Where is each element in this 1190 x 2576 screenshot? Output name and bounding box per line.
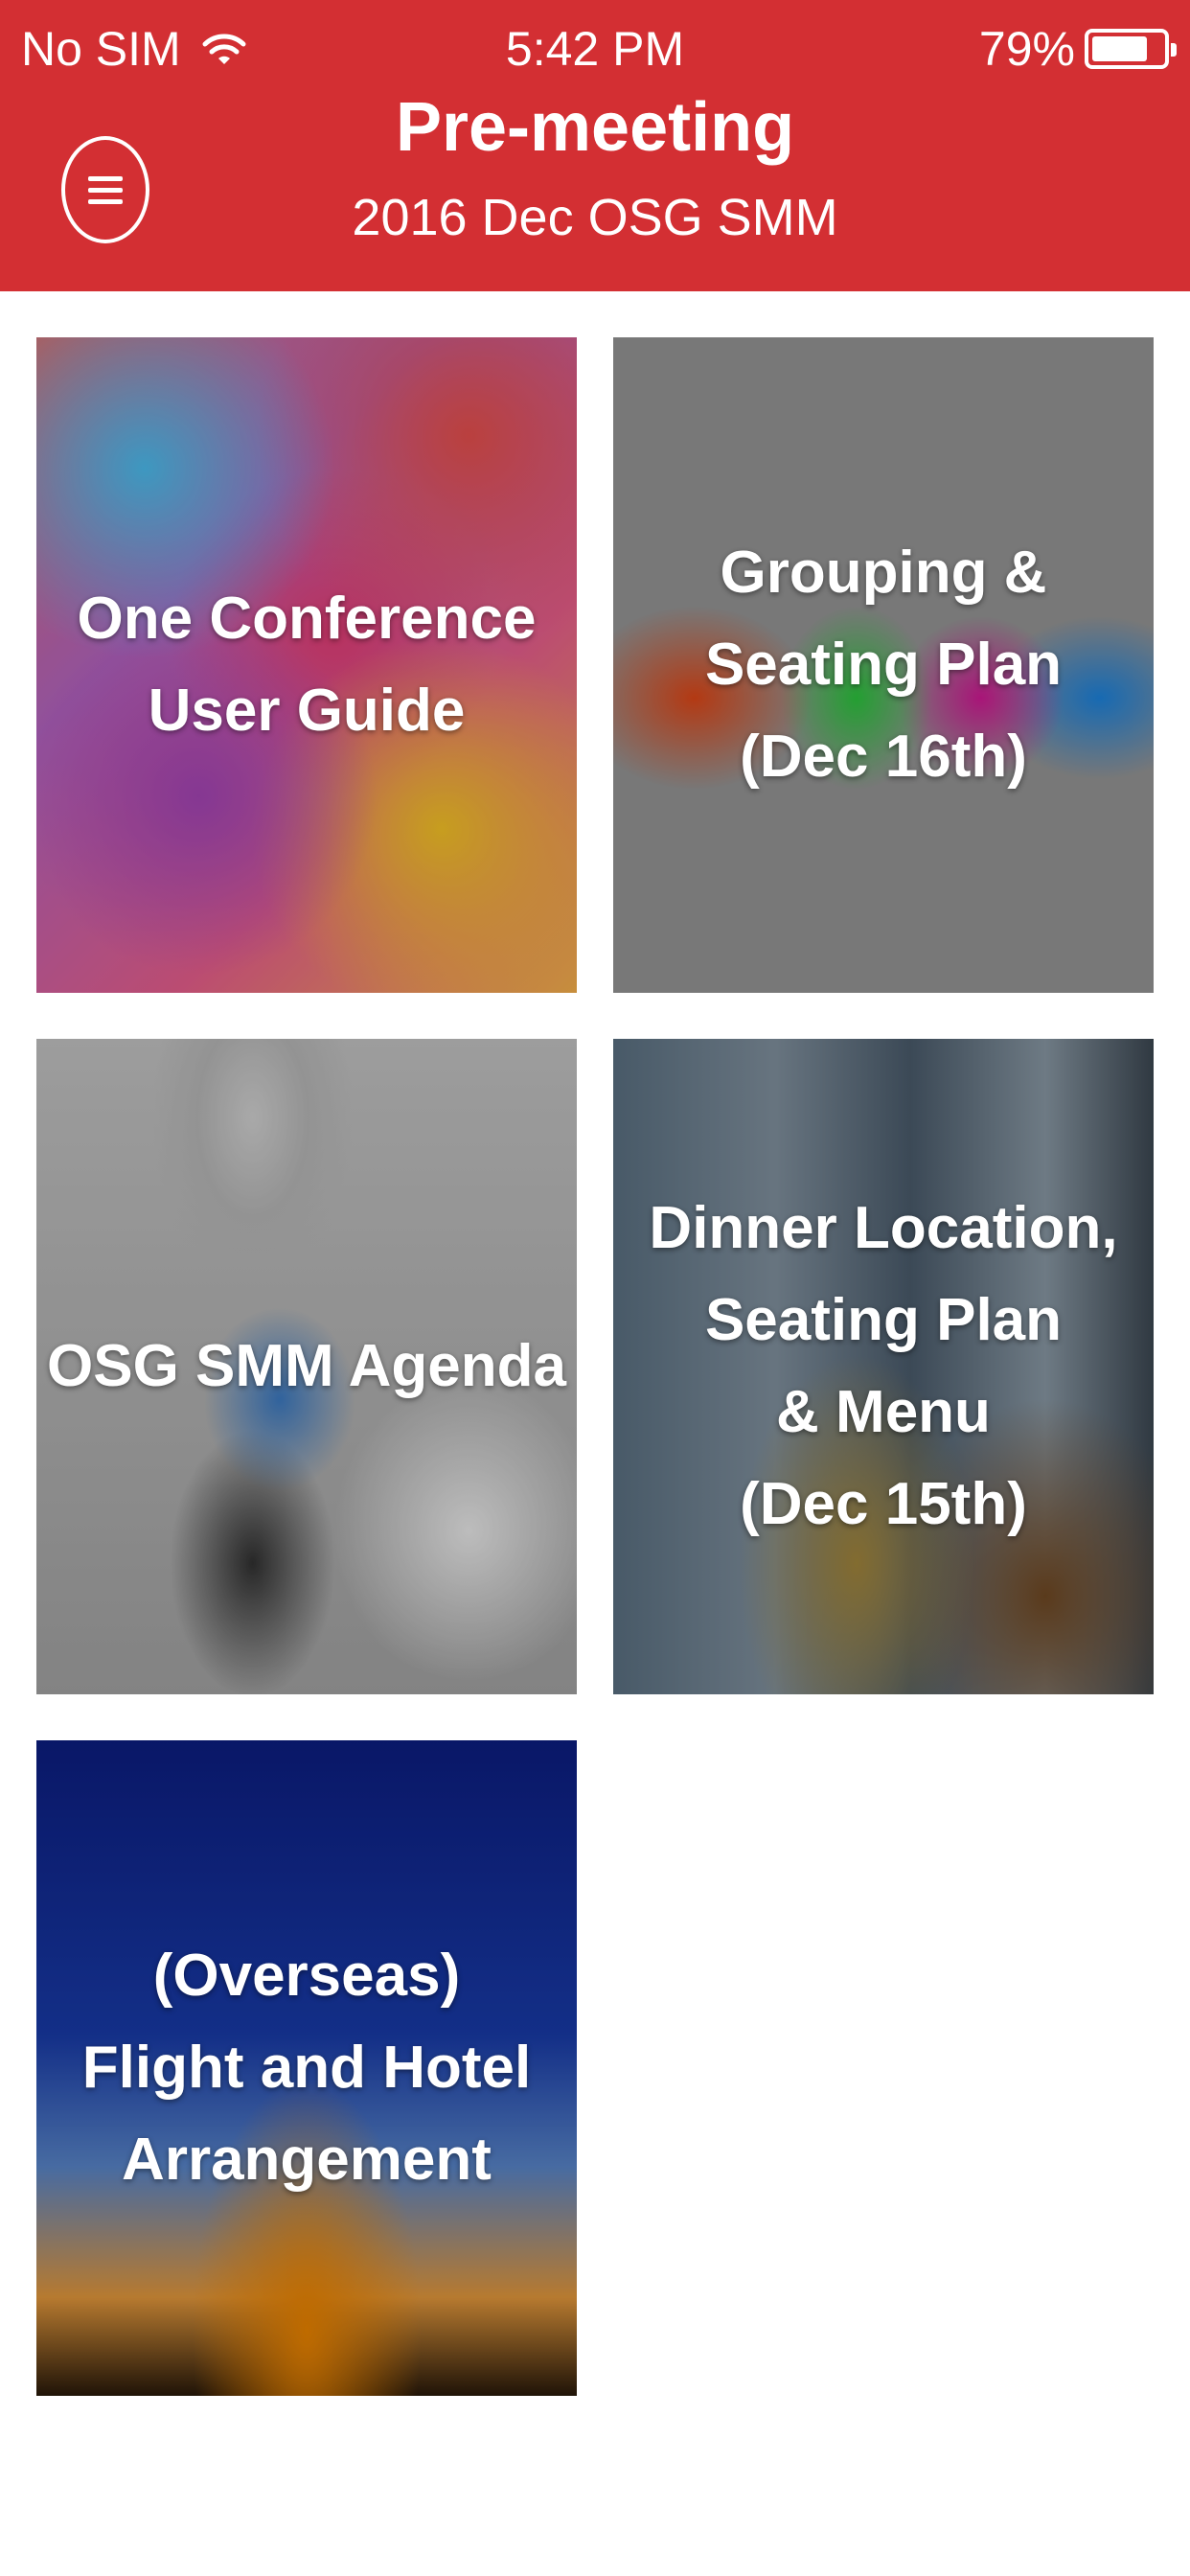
tile-dinner-location[interactable]: Dinner Location, Seating Plan & Menu (De… (613, 1039, 1154, 1694)
battery-cap (1171, 43, 1177, 57)
app-header: No SIM 5:42 PM 79% Pre-meeting 2016 Dec … (0, 0, 1190, 291)
tile-label: One Conference User Guide (77, 586, 537, 744)
tile-user-guide[interactable]: One Conference User Guide (36, 337, 577, 993)
tile-label: OSG SMM Agenda (47, 1333, 566, 1399)
tile-grouping-seating-plan[interactable]: Grouping & Seating Plan (Dec 16th) (613, 337, 1154, 993)
tile-label: Dinner Location, Seating Plan & Menu (De… (649, 1195, 1118, 1537)
battery-icon (1085, 29, 1177, 69)
page-subtitle: 2016 Dec OSG SMM (352, 189, 838, 246)
status-right: 79% (978, 21, 1177, 77)
page-title: Pre-meeting (395, 89, 795, 166)
tile-label: Grouping & Seating Plan (Dec 16th) (704, 540, 1063, 790)
tile-agenda[interactable]: OSG SMM Agenda (36, 1039, 577, 1694)
tile-label: (Overseas) Flight and Hotel Arrangement (81, 1943, 532, 2193)
battery-percent: 79% (978, 22, 1075, 76)
status-bar: No SIM 5:42 PM 79% (0, 0, 1190, 96)
tile-flight-hotel[interactable]: (Overseas) Flight and Hotel Arrangement (36, 1740, 577, 2396)
battery-fill (1092, 36, 1147, 61)
